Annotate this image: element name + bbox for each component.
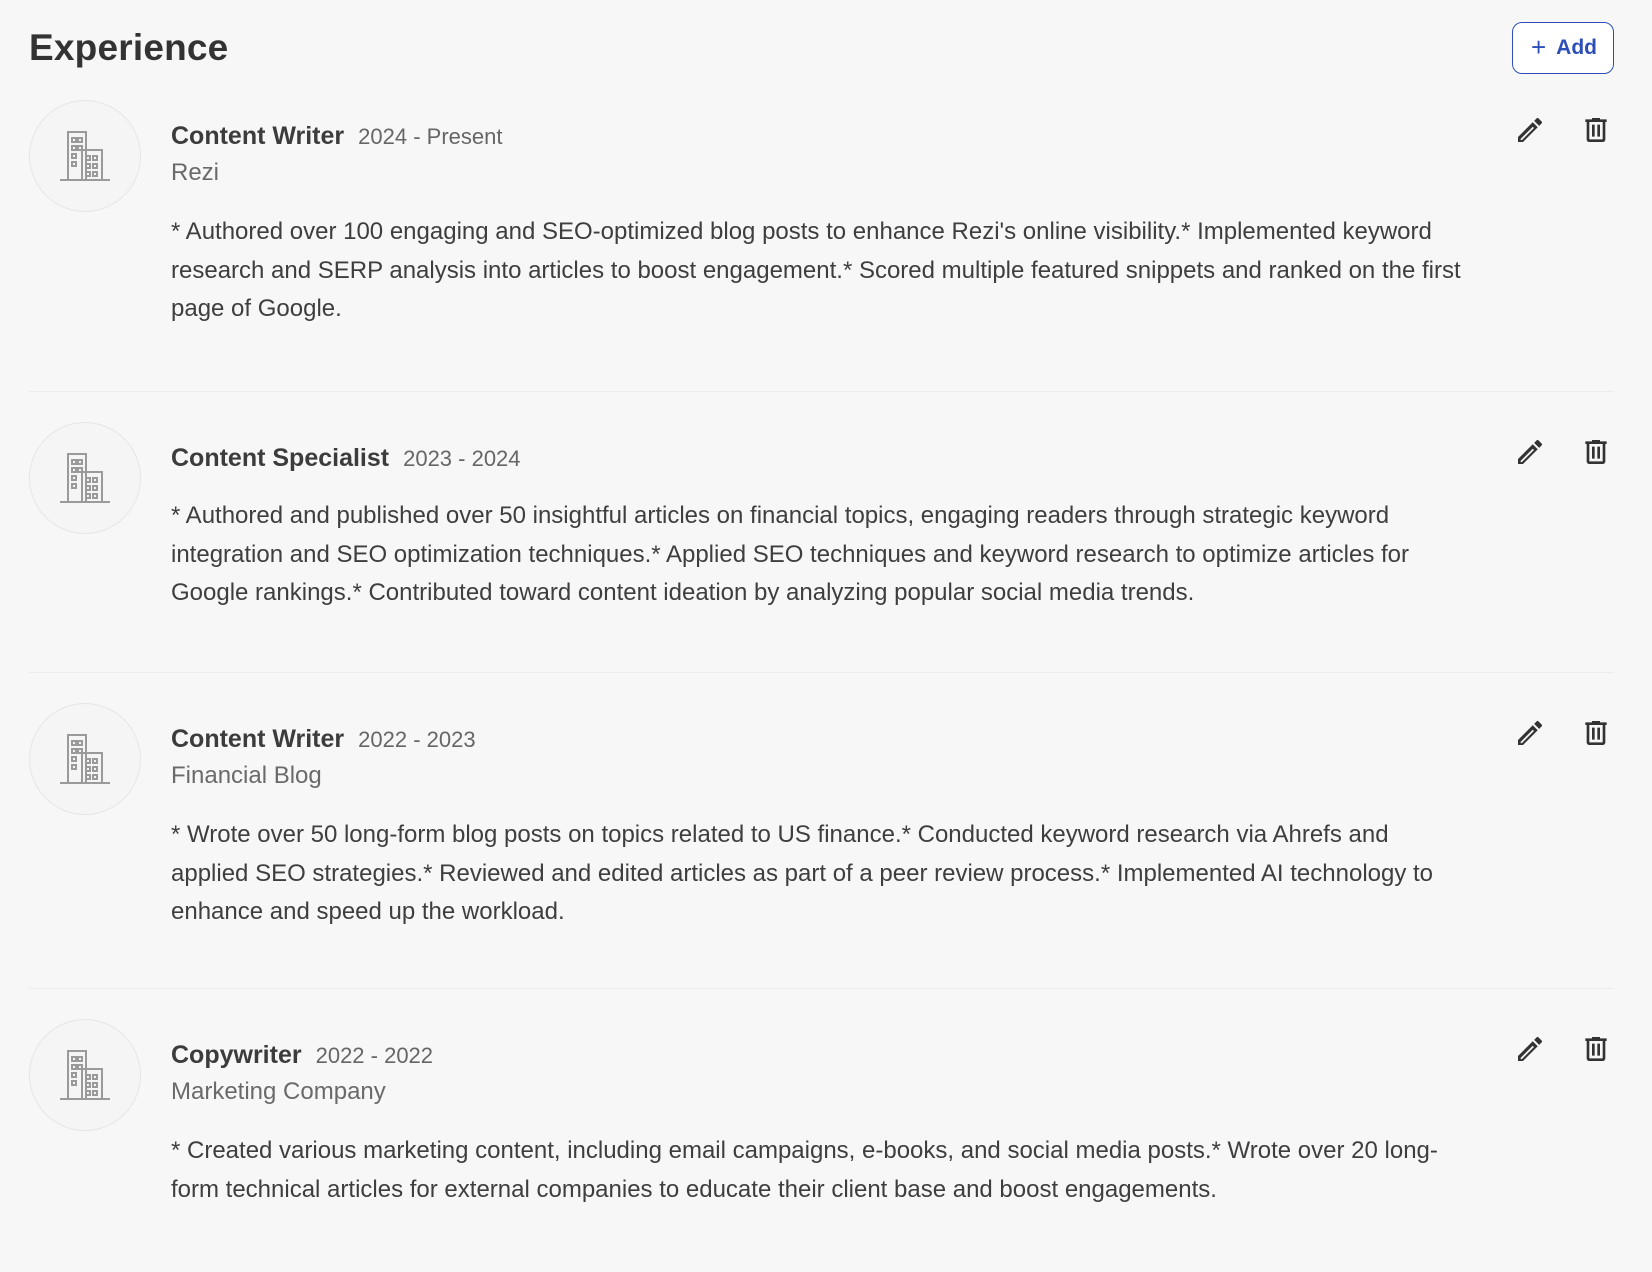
plus-icon: + [1530,32,1547,62]
trash-icon [1585,721,1607,745]
job-title: Content Writer [171,122,345,150]
building-icon [60,734,110,784]
building-icon [60,131,110,181]
item-actions [1512,434,1614,470]
pencil-icon [1518,1036,1543,1061]
company-name: Marketing Company [171,1078,386,1105]
pencil-icon [1518,439,1543,464]
building-icon [60,1050,110,1100]
experience-headline: Content Writer 2022 - 2023 [171,725,1464,754]
company-name: Rezi [171,159,220,186]
item-actions [1512,1031,1614,1067]
experience-headline: Copywriter 2022 - 2022 [171,1041,1464,1070]
pencil-icon [1518,117,1543,142]
job-title: Content Specialist [171,444,390,472]
experience-item: Content Writer 2022 - 2023 Financial Blo… [29,673,1614,989]
experience-details: Content Writer 2024 - Present Rezi * Aut… [171,122,1464,329]
delete-button[interactable] [1578,715,1614,751]
edit-button[interactable] [1512,1031,1548,1067]
job-dates: 2023 - 2024 [403,446,521,471]
job-title: Copywriter [171,1041,302,1069]
job-description: * Authored and published over 50 insight… [171,502,1410,606]
trash-icon [1585,118,1607,142]
company-name: Financial Blog [171,762,322,789]
trash-icon [1585,440,1607,464]
job-dates: 2022 - 2023 [358,727,476,752]
section-title: Experience [29,27,229,68]
job-title: Content Writer [171,725,345,753]
delete-button[interactable] [1578,434,1614,470]
edit-button[interactable] [1512,715,1548,751]
item-actions [1512,715,1614,751]
experience-details: Content Writer 2022 - 2023 Financial Blo… [171,725,1464,932]
experience-details: Content Specialist 2023 - 2024 * Authore… [171,444,1464,613]
section-header: Experience + Add [29,18,1614,78]
experience-item: Content Specialist 2023 - 2024 * Authore… [29,392,1614,673]
experience-headline: Content Specialist 2023 - 2024 [171,444,1464,473]
pencil-icon [1518,720,1543,745]
job-dates: 2022 - 2022 [315,1043,434,1068]
add-button-label: Add [1556,36,1597,59]
item-actions [1512,112,1614,148]
company-logo [29,703,141,815]
edit-button[interactable] [1512,112,1548,148]
experience-item: Copywriter 2022 - 2022 Marketing Company… [29,989,1614,1269]
experience-headline: Content Writer 2024 - Present [171,122,1464,151]
delete-button[interactable] [1578,112,1614,148]
trash-icon [1585,1037,1607,1061]
company-logo [29,422,141,534]
experience-section: Experience + Add Content Writer 2024 - P… [0,0,1652,1272]
job-dates: 2024 - Present [358,124,503,149]
company-logo [29,100,141,212]
company-logo [29,1019,141,1131]
job-description: * Authored over 100 engaging and SEO-opt… [171,218,1461,322]
experience-details: Copywriter 2022 - 2022 Marketing Company… [171,1041,1464,1209]
experience-list: Content Writer 2024 - Present Rezi * Aut… [29,100,1614,1269]
job-description: * Wrote over 50 long-form blog posts on … [171,821,1434,925]
building-icon [60,453,110,503]
experience-item: Content Writer 2024 - Present Rezi * Aut… [29,100,1614,392]
delete-button[interactable] [1578,1031,1614,1067]
job-description: * Created various marketing content, inc… [171,1137,1438,1203]
add-experience-button[interactable]: + Add [1511,22,1614,74]
edit-button[interactable] [1512,434,1548,470]
